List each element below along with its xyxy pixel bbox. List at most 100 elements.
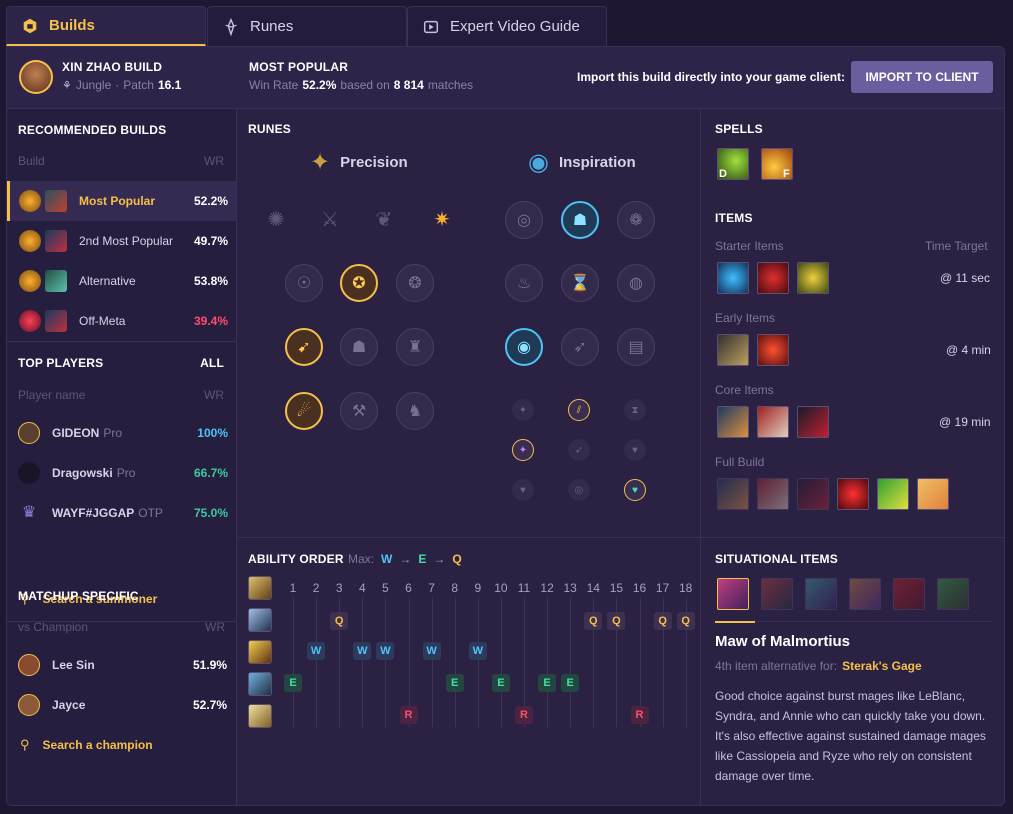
skill-point-e: E [284,674,302,692]
item-stealth-ward-icon[interactable] [797,262,829,294]
skill-point-w: W [468,642,487,660]
level-gridline [477,597,479,727]
item-situational-4-icon[interactable] [849,578,881,610]
level-label: 10 [494,581,508,595]
alternative-for: 4th item alternative for: Sterak's Gage [715,659,922,673]
item-phage-icon[interactable] [757,334,789,366]
shard-adaptive-force-icon[interactable]: ✦ [512,439,534,461]
max-order: Max: W → E → Q [348,552,462,566]
rune-biscuit-delivery-icon[interactable]: ◍ [617,264,655,302]
level-label: 11 [517,581,531,595]
rune-legend-haste-icon[interactable]: ☗ [340,328,378,366]
champion-avatar [18,694,40,716]
rune-cash-back-icon[interactable]: ❁ [617,201,655,239]
item-full-6-icon[interactable] [917,478,949,510]
rune-jack-of-all-trades-icon[interactable]: ▤ [617,328,655,366]
rune-triple-tonic-icon[interactable]: ♨ [505,264,543,302]
build-header: XIN ZHAO BUILD ⚘ Jungle · Patch 16.1 MOST… [7,47,1004,109]
all-players-link[interactable]: ALL [200,356,224,370]
item-full-3-icon[interactable] [797,478,829,510]
item-core-3-icon[interactable] [797,406,829,438]
item-maw-of-malmortius-icon[interactable] [717,578,749,610]
shard-move-speed-icon[interactable]: ➶ [568,439,590,461]
build-row-most-popular[interactable]: Most Popular 52.2% [7,181,236,221]
item-long-sword-icon[interactable] [717,334,749,366]
rune-cut-down-icon[interactable]: ⚒ [340,392,378,430]
level-label: 1 [289,581,297,595]
matchup-row[interactable]: Lee Sin 51.9% [18,653,230,677]
tab-builds[interactable]: Builds [6,6,206,46]
rune-last-stand-icon[interactable]: ♞ [396,392,434,430]
rune-keystone-icon [19,230,41,252]
rune-approach-velocity-icon[interactable]: ➶ [561,328,599,366]
item-full-5-icon[interactable] [877,478,909,510]
item-icon [45,230,67,252]
champion-avatar [18,654,40,676]
rune-press-the-attack-icon[interactable]: ✺ [258,201,294,237]
item-full-4-icon[interactable] [837,478,869,510]
shard-attack-speed-icon[interactable]: ⫽ [568,399,590,421]
rune-lethal-tempo-icon[interactable]: ⚔ [312,201,348,237]
item-core-1-icon[interactable] [717,406,749,438]
skill-point-r: R [515,706,533,724]
shard-health-scaling-icon[interactable]: ♥ [624,439,646,461]
player-avatar [18,422,40,444]
rune-triumph-icon[interactable]: ✪ [340,264,378,302]
tab-runes[interactable]: Runes [207,6,407,46]
build-row-2nd-most-popular[interactable]: 2nd Most Popular 49.7% [7,221,236,261]
item-situational-2-icon[interactable] [761,578,793,610]
import-to-client-button[interactable]: IMPORT TO CLIENT [851,61,993,93]
rune-legend-bloodline-icon[interactable]: ♜ [396,328,434,366]
shard-health-icon[interactable]: ♥ [512,479,534,501]
rune-hextech-flashtraption-icon[interactable]: ◎ [505,201,543,239]
import-text: Import this build directly into your gam… [577,70,846,84]
rune-time-warp-tonic-icon[interactable]: ⌛ [561,264,599,302]
item-situational-5-icon[interactable] [893,578,925,610]
rune-conqueror-icon[interactable]: ✷ [424,201,460,237]
shard-ability-haste-icon[interactable]: ⧗ [624,399,646,421]
item-icon [45,190,67,212]
item-full-2-icon[interactable] [757,478,789,510]
inspiration-icon: ◉ [528,149,549,176]
jungle-icon: ⚘ [62,79,72,92]
player-row[interactable]: Dragowski Pro 66.7% [7,453,236,493]
shard-tenacity-icon[interactable]: ◎ [568,479,590,501]
shard-health-bonus-icon[interactable]: ♥ [624,479,646,501]
situational-description: Good choice against burst mages like LeB… [715,689,986,783]
rune-absorb-life-icon[interactable]: ☉ [285,264,323,302]
level-label: 13 [563,581,577,595]
most-popular-label: MOST POPULAR [249,60,349,74]
level-label: 12 [540,581,554,595]
player-row[interactable]: GIDEON Pro 100% [7,413,236,453]
spells-title: SPELLS [715,122,763,136]
level-gridline [547,597,549,727]
matchup-row[interactable]: Jayce 52.7% [18,693,230,717]
rune-cosmic-insight-icon[interactable]: ◉ [505,328,543,366]
item-situational-3-icon[interactable] [805,578,837,610]
rune-magical-footwear-icon[interactable]: ☗ [561,201,599,239]
build-row-off-meta[interactable]: Off-Meta 39.4% [7,301,236,341]
builds-icon [23,18,37,33]
search-icon: ⚲ [20,737,30,752]
item-health-potion-icon[interactable] [757,262,789,294]
skill-point-q: Q [607,612,626,630]
ability-w-icon [248,640,272,664]
item-full-1-icon[interactable] [717,478,749,510]
rune-coup-de-grace-icon[interactable]: ☄ [285,392,323,430]
item-jungle-pet-icon[interactable] [717,262,749,294]
rune-fleet-footwork-icon[interactable]: ❦ [366,201,402,237]
win-rate-summary: Win Rate 52.2% based on 8 814 matches [249,78,474,92]
search-champion-link[interactable]: ⚲ Search a champion [20,737,153,753]
level-gridline [500,597,502,727]
skill-point-r: R [399,706,418,724]
item-core-2-icon[interactable] [757,406,789,438]
build-row-alternative[interactable]: Alternative 53.8% [7,261,236,301]
rune-legend-alacrity-icon[interactable]: ➹ [285,328,323,366]
tab-expert-video-guide[interactable]: Expert Video Guide [407,6,607,46]
rune-presence-of-mind-icon[interactable]: ❂ [396,264,434,302]
player-row[interactable]: ♛ WAYF#JGGAP OTP 75.0% [7,493,236,533]
skill-point-e: E [538,674,557,692]
rune-keystone-icon [19,190,41,212]
shard-adaptive-icon[interactable]: ✦ [512,399,534,421]
item-situational-6-icon[interactable] [937,578,969,610]
